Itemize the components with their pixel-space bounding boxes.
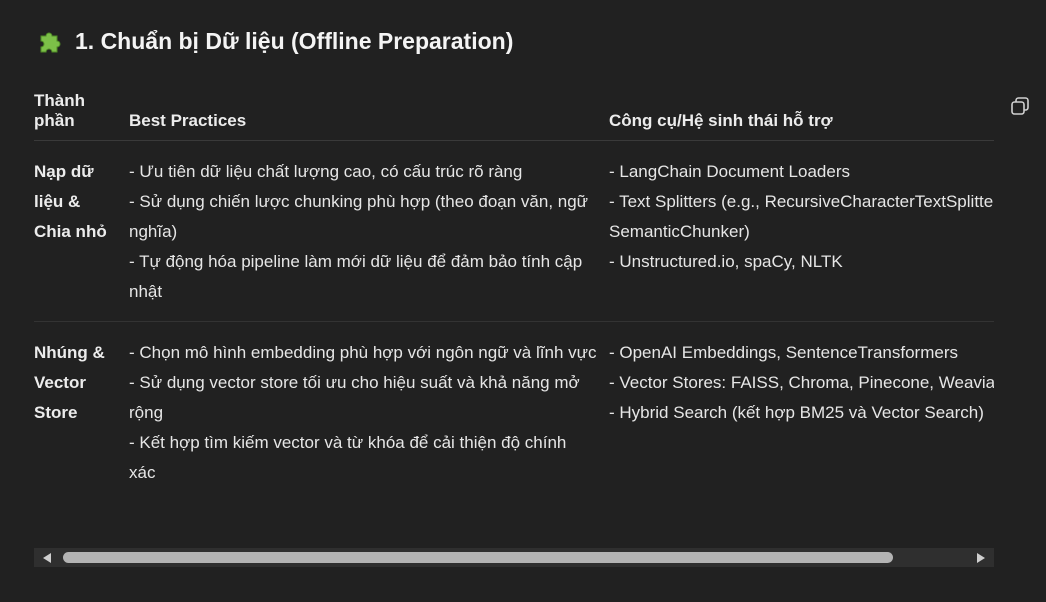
scrollbar-thumb[interactable] (63, 552, 893, 563)
puzzle-piece-icon (37, 27, 65, 55)
tool-line: - OpenAI Embeddings, SentenceTransformer… (609, 342, 958, 362)
header-best-practices: Best Practices (129, 90, 609, 141)
practice-item: - Chọn mô hình embedding phù hợp với ngô… (129, 342, 597, 362)
data-table: Thành phần Best Practices Công cụ/Hệ sin… (34, 90, 994, 502)
scroll-right-button[interactable] (970, 548, 992, 567)
header-tools: Công cụ/Hệ sinh thái hỗ trợ (609, 90, 994, 141)
tool-line: - Unstructured.io, spaCy, NLTK (609, 251, 843, 271)
scroll-left-button[interactable] (36, 548, 58, 567)
practice-item: - Sử dụng vector store tối ưu cho hiệu s… (129, 372, 580, 422)
practice-item: - Ưu tiên dữ liệu chất lượng cao, có cấu… (129, 161, 523, 181)
tool-line: SemanticChunker) (609, 221, 750, 241)
tool-line: - Vector Stores: FAISS, Chroma, Pinecone… (609, 372, 994, 392)
tool-line: - LangChain Document Loaders (609, 161, 850, 181)
tool-line: - Hybrid Search (kết hợp BM25 và Vector … (609, 402, 984, 422)
row-practices-cell: - Ưu tiên dữ liệu chất lượng cao, có cấu… (129, 140, 609, 322)
row-tools-cell: - LangChain Document Loaders - Text Spli… (609, 140, 994, 322)
horizontal-scrollbar[interactable] (34, 548, 994, 567)
scroll-right-arrow-icon (977, 552, 985, 563)
copy-table-button[interactable] (1009, 95, 1031, 117)
table-row: Nhúng & Vector Store - Chọn mô hình embe… (34, 321, 994, 502)
practice-item: - Sử dụng chiến lược chunking phù hợp (t… (129, 191, 589, 241)
practice-item: - Tự động hóa pipeline làm mới dữ liệu đ… (129, 251, 583, 301)
row-component-cell: Nhúng & Vector Store (34, 342, 105, 422)
section-title: 1. Chuẩn bị Dữ liệu (Offline Preparation… (75, 27, 514, 54)
row-tools-cell: - OpenAI Embeddings, SentenceTransformer… (609, 321, 994, 502)
table-scroll-container[interactable]: Thành phần Best Practices Công cụ/Hệ sin… (34, 90, 994, 540)
tool-line: - Text Splitters (e.g., RecursiveCharact… (609, 191, 994, 211)
section-heading: 1. Chuẩn bị Dữ liệu (Offline Preparation… (37, 24, 513, 58)
practice-item: - Kết hợp tìm kiếm vector và từ khóa để … (129, 432, 567, 482)
row-practices-cell: - Chọn mô hình embedding phù hợp với ngô… (129, 321, 609, 502)
table-row: Nạp dữ liệu & Chia nhỏ - Ưu tiên dữ liệu… (34, 140, 994, 322)
copy-icon (1011, 97, 1029, 115)
row-component-cell: Nạp dữ liệu & Chia nhỏ (34, 140, 129, 322)
header-component: Thành phần (34, 90, 129, 141)
table-header-row: Thành phần Best Practices Công cụ/Hệ sin… (34, 90, 994, 141)
scroll-left-arrow-icon (43, 552, 51, 563)
